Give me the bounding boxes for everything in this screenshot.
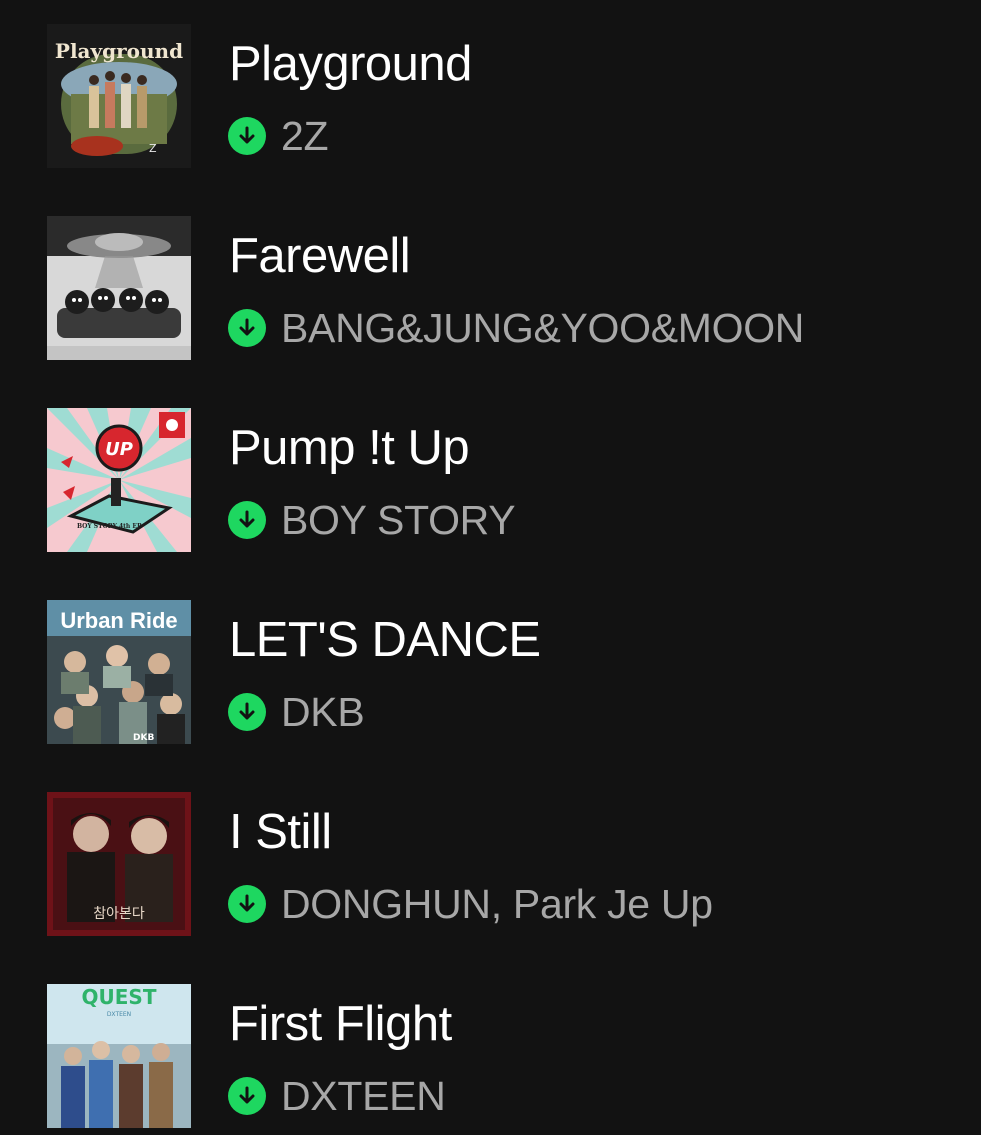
track-subtitle: DONGHUN, Park Je Up [228,882,713,926]
track-row[interactable]: Playground Z Playground 2Z [0,0,981,170]
track-subtitle: 2Z [228,113,329,159]
track-row[interactable]: QUEST DXTEEN First Flight DXTEEN [0,960,981,1130]
downloaded-icon [228,117,266,155]
svg-text:Urban Ride: Urban Ride [60,608,177,633]
svg-text:Playground: Playground [55,39,183,63]
track-row[interactable]: UP BOY STORY 4th EP Pump !t Up BOY STORY [0,384,981,554]
album-cover-pump-it-up: UP BOY STORY 4th EP [47,408,191,552]
svg-text:QUEST: QUEST [82,985,157,1009]
album-cover-farewell [47,216,191,360]
track-title: Playground [229,37,472,91]
downloaded-icon [228,693,266,731]
album-art-image: QUEST DXTEEN [47,984,191,1128]
album-art-image: Urban Ride DKB [47,600,191,744]
svg-text:BOY STORY 4th EP: BOY STORY 4th EP [77,523,142,530]
track-artist: DXTEEN [281,1073,446,1119]
album-cover-urban-ride: Urban Ride DKB [47,600,191,744]
track-artist: DKB [281,689,365,735]
track-title: LET'S DANCE [229,613,541,667]
downloaded-icon [228,309,266,347]
downloaded-icon [228,885,266,923]
track-title: Farewell [229,229,411,283]
track-artist: 2Z [281,113,329,159]
track-title: I Still [229,805,332,859]
downloaded-icon [228,501,266,539]
track-row[interactable]: Farewell BANG&JUNG&YOO&MOON [0,192,981,362]
album-cover-quest: QUEST DXTEEN [47,984,191,1128]
track-title: Pump !t Up [229,421,470,475]
track-subtitle: DKB [228,689,365,735]
track-artist: DONGHUN, Park Je Up [281,881,713,927]
album-art-image: Playground Z [47,24,191,168]
track-subtitle: BANG&JUNG&YOO&MOON [228,306,804,350]
svg-text:DXTEEN: DXTEEN [107,1011,131,1018]
album-art-image: 참아본다 [47,792,191,936]
track-artist: BANG&JUNG&YOO&MOON [281,305,805,351]
svg-text:UP: UP [105,439,133,460]
svg-text:Z: Z [149,142,157,155]
track-title: First Flight [229,997,452,1051]
track-artist: BOY STORY [281,497,516,543]
svg-text:참아본다: 참아본다 [93,906,145,922]
album-art-image [47,216,191,360]
svg-text:DKB: DKB [133,733,154,743]
track-subtitle: BOY STORY [228,497,516,543]
album-cover-i-still: 참아본다 [47,792,191,936]
album-art-image: UP BOY STORY 4th EP [47,408,191,552]
album-cover-playground: Playground Z [47,24,191,168]
track-row[interactable]: Urban Ride DKB LET'S DANCE DKB [0,576,981,746]
downloaded-icon [228,1077,266,1115]
track-row[interactable]: 참아본다 I Still DONGHUN, Park Je Up [0,768,981,938]
track-subtitle: DXTEEN [228,1074,446,1118]
